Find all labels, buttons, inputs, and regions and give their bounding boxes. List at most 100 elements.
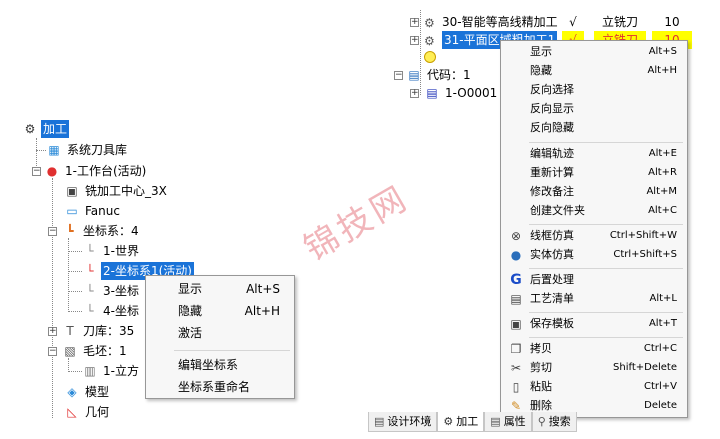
menu-item-paste[interactable]: ▯ 粘贴 Ctrl+V <box>501 378 687 396</box>
new-toolpath-icon[interactable] <box>424 51 436 63</box>
collapse-toggle[interactable]: − <box>48 347 57 356</box>
tree-line <box>68 238 69 310</box>
tree-item-stock-1[interactable]: ▥ 1-立方 <box>82 362 141 380</box>
tree-item-workbench[interactable]: ● 1-工作台(活动) <box>44 162 148 180</box>
tree-item-model[interactable]: ◈ 模型 <box>64 383 111 401</box>
properties-icon: ▤ <box>490 414 501 428</box>
menu-item-label: 剪切 <box>530 361 552 374</box>
panel-tabs: ▤ 设计环境 ⚙ 加工 ▤ 属性 ⚲ 搜索 <box>368 412 577 432</box>
tree-item-geometry[interactable]: ◺ 几何 <box>64 403 111 421</box>
tree-item-code-group[interactable]: ▤ 代码：1 <box>406 66 473 84</box>
menu-item-edit-note[interactable]: 修改备注 Alt+M <box>501 183 687 201</box>
menu-item-solid-sim[interactable]: ● 实体仿真 Ctrl+Shift+S <box>501 246 687 264</box>
menu-item-hide[interactable]: 隐藏 Alt+H <box>146 300 294 322</box>
menu-item-cut[interactable]: ✂ 剪切 Shift+Delete <box>501 359 687 377</box>
menu-item-label: 重新计算 <box>530 166 574 179</box>
menu-item-shortcut: Ctrl+C <box>643 343 677 354</box>
tree-line <box>68 251 82 252</box>
tree-item-system-tools[interactable]: ▦ 系统刀具库 <box>46 141 129 159</box>
expand-toggle[interactable]: + <box>410 36 419 45</box>
menu-item-label: 反向隐藏 <box>530 121 574 134</box>
toolpath-name: 30-智能等高线精加工 <box>442 15 558 29</box>
menu-item-process-list[interactable]: ▤ 工艺清单 Alt+L <box>501 290 687 308</box>
tree-item-label: 4-坐标 <box>103 304 139 318</box>
tree-item-tool-library[interactable]: T 刀库：35 <box>62 322 136 340</box>
menu-item-shortcut: Alt+R <box>648 167 677 178</box>
menu-item-invert-select[interactable]: 反向选择 <box>501 81 687 99</box>
tree-item-coord-group[interactable]: ┗ 坐标系：4 <box>62 222 141 240</box>
menu-item-shortcut: Alt+E <box>648 148 677 159</box>
tree-item-coord-4[interactable]: └ 4-坐标 <box>82 302 141 320</box>
toolpath-icon: ⚙ <box>424 34 435 48</box>
tab-search[interactable]: ⚲ 搜索 <box>531 412 577 432</box>
menu-separator <box>529 337 683 338</box>
tree-item-label: 1-立方 <box>103 364 139 378</box>
tree-root-machining[interactable]: ⚙ 加工 <box>22 120 70 138</box>
menu-item-label: 工艺清单 <box>530 292 574 305</box>
menu-item-show[interactable]: 显示 Alt+S <box>501 43 687 61</box>
menu-item-label: 后置处理 <box>530 273 574 286</box>
tool-library-icon: ▦ <box>48 143 60 157</box>
menu-item-activate[interactable]: 激活 <box>146 322 294 344</box>
workbench-icon: ● <box>46 164 58 178</box>
tree-item-machine[interactable]: ▣ 铣加工中心_3X <box>64 182 169 200</box>
tree-line <box>52 178 53 418</box>
model-icon: ◈ <box>67 385 77 399</box>
tree-item-label: 几何 <box>85 405 110 419</box>
tab-design-env[interactable]: ▤ 设计环境 <box>368 412 438 432</box>
menu-item-edit-coord[interactable]: 编辑坐标系 <box>146 354 294 376</box>
tree-item-label: Fanuc <box>85 204 120 218</box>
watermark: 锦技网 <box>297 177 417 270</box>
tree-line <box>68 371 82 372</box>
collapse-toggle[interactable]: − <box>32 167 41 176</box>
tree-item-label: 毛坯：1 <box>83 344 127 358</box>
menu-item-invert-show[interactable]: 反向显示 <box>501 100 687 118</box>
menu-item-rename-coord[interactable]: 坐标系重命名 <box>146 376 294 398</box>
tab-label: 设计环境 <box>387 414 432 428</box>
menu-item-recalculate[interactable]: 重新计算 Alt+R <box>501 164 687 182</box>
menu-item-copy[interactable]: ❐ 拷贝 Ctrl+C <box>501 340 687 358</box>
tree-item-coord-world[interactable]: └ 1-世界 <box>82 242 141 260</box>
menu-item-label: 保存模板 <box>530 317 574 330</box>
tree-item-code-1[interactable]: ▤ 1-O0001 <box>424 84 499 102</box>
expand-toggle[interactable]: + <box>410 18 419 27</box>
menu-separator <box>174 350 290 351</box>
menu-item-label: 隐藏 <box>530 64 552 77</box>
expand-toggle[interactable]: + <box>410 89 419 98</box>
menu-item-post-process[interactable]: G 后置处理 <box>501 271 687 289</box>
menu-item-wireframe-sim[interactable]: ⊗ 线框仿真 Ctrl+Shift+W <box>501 227 687 245</box>
menu-item-shortcut: Ctrl+Shift+W <box>609 230 677 241</box>
tab-machining[interactable]: ⚙ 加工 <box>437 412 485 432</box>
menu-item-invert-hide[interactable]: 反向隐藏 <box>501 119 687 137</box>
collapse-toggle[interactable]: − <box>394 71 403 80</box>
menu-item-show[interactable]: 显示 Alt+S <box>146 278 294 300</box>
tree-item-controller[interactable]: ▭ Fanuc <box>64 202 122 220</box>
tab-label: 加工 <box>456 414 479 428</box>
expand-toggle[interactable]: + <box>48 327 57 336</box>
menu-item-shortcut: Alt+L <box>649 293 678 304</box>
tree-item-stock-group[interactable]: ▧ 毛坯：1 <box>62 342 129 360</box>
tree-line <box>68 271 82 272</box>
menu-item-shortcut: Alt+S <box>648 46 677 57</box>
menu-item-hide[interactable]: 隐藏 Alt+H <box>501 62 687 80</box>
axis-icon: └ <box>86 304 94 318</box>
menu-item-label: 隐藏 <box>178 304 203 318</box>
tree-item-label: 坐标系：4 <box>83 224 139 238</box>
menu-item-edit-toolpath[interactable]: 编辑轨迹 Alt+E <box>501 145 687 163</box>
menu-item-shortcut: Ctrl+Shift+S <box>613 249 677 260</box>
menu-item-shortcut: Alt+C <box>648 205 677 216</box>
machine-icon: ▣ <box>66 184 78 198</box>
menu-item-save-template[interactable]: ▣ 保存模板 Alt+T <box>501 315 687 333</box>
menu-item-label: 拷贝 <box>530 342 552 355</box>
menu-item-label: 编辑坐标系 <box>178 358 239 372</box>
tree-item-coord-3[interactable]: └ 3-坐标 <box>82 282 141 300</box>
save-template-icon: ▣ <box>510 317 522 331</box>
menu-separator <box>529 224 683 225</box>
menu-item-create-folder[interactable]: 创建文件夹 Alt+C <box>501 202 687 220</box>
wireframe-sim-icon: ⊗ <box>510 229 522 243</box>
collapse-toggle[interactable]: − <box>48 227 57 236</box>
table-row[interactable]: ⚙ 30-智能等高线精加工 √ 立铣刀 10 <box>424 13 714 31</box>
cube-icon: ▥ <box>84 364 96 378</box>
tab-properties[interactable]: ▤ 属性 <box>484 412 532 432</box>
tree-item-label: 1-工作台(活动) <box>65 164 147 178</box>
